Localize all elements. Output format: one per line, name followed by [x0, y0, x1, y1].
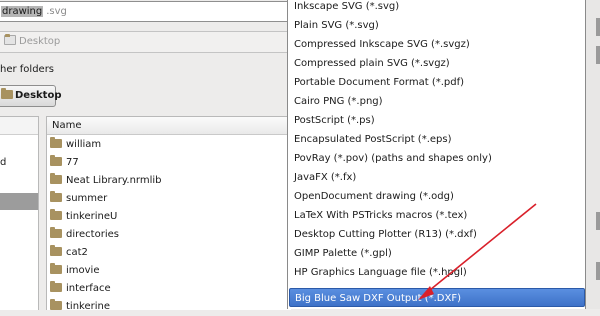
- annotation-arrow-icon: [418, 203, 537, 300]
